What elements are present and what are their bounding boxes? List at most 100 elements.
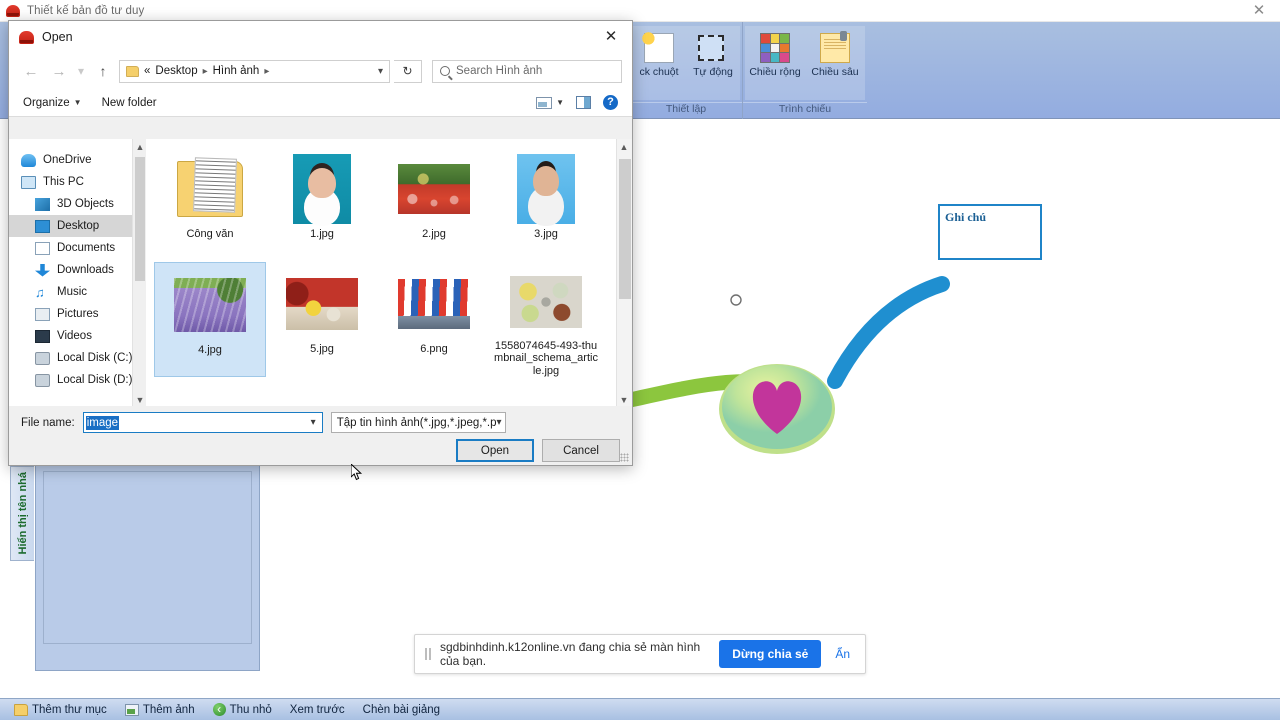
documents-icon xyxy=(35,241,50,255)
file-name-value: image xyxy=(85,415,120,430)
app-title: Thiết kế bản đồ tư duy xyxy=(27,4,145,17)
file-item[interactable]: 1.jpg xyxy=(266,147,378,262)
ribbon-button-chieu-rong[interactable]: Chiều rộng xyxy=(745,26,805,100)
file-name: 1558074645-493-thumbnail_schema_article.… xyxy=(494,339,598,377)
file-item[interactable]: 5.jpg xyxy=(266,262,378,377)
toolbar-add-folder[interactable]: Thêm thư mục xyxy=(14,703,107,716)
breadcrumb-prefix: « xyxy=(144,65,151,77)
sidebar-item-downloads[interactable]: Downloads xyxy=(9,259,146,281)
breadcrumb-part-hinh-anh[interactable]: Hình ảnh xyxy=(213,65,260,77)
file-item[interactable]: Công văn xyxy=(154,147,266,262)
scroll-up-icon[interactable]: ▲ xyxy=(133,139,147,155)
toolbar-preview[interactable]: Xem trước xyxy=(290,704,345,716)
up-icon[interactable]: ↑ xyxy=(91,63,115,79)
file-scroll-thumb[interactable] xyxy=(619,159,631,299)
mindmap-app-icon xyxy=(6,4,20,17)
3d-objects-icon xyxy=(35,197,50,211)
breadcrumb[interactable]: « Desktop ▸ Hình ảnh ▸ ▾ xyxy=(119,59,390,83)
note-box[interactable]: Ghi chú xyxy=(938,204,1042,260)
share-message: sgdbinhdinh.k12online.vn đang chia sẻ mà… xyxy=(440,640,701,668)
magic-document-icon xyxy=(642,32,674,63)
sidebar-item-label: Downloads xyxy=(57,264,114,276)
sidebar-item-local-disk-d[interactable]: Local Disk (D:) xyxy=(9,369,146,391)
ribbon-button-ck-chuot[interactable]: ck chuột xyxy=(632,26,686,100)
file-list[interactable]: Công văn 1.jpg 2.jpg 3.jpg 4.jpg 5.jpg 6… xyxy=(146,139,632,481)
file-name: 2.jpg xyxy=(422,228,446,240)
recent-locations-icon[interactable]: ▾ xyxy=(75,64,87,78)
sidebar-item-pictures[interactable]: Pictures xyxy=(9,303,146,325)
open-button[interactable]: Open xyxy=(456,439,534,462)
toolbar-minimize[interactable]: Thu nhỏ xyxy=(212,703,272,716)
ribbon-button-chieu-sau[interactable]: Chiều sâu xyxy=(805,26,865,100)
sidebar-item-label: Music xyxy=(57,286,88,298)
sidebar-item-videos[interactable]: Videos xyxy=(9,325,146,347)
mindmap-canvas[interactable]: Ghi chú xyxy=(630,119,1280,696)
sidebar-item-label: Local Disk (C:) xyxy=(57,352,133,364)
back-circle-icon xyxy=(212,703,226,716)
new-folder-button[interactable]: New folder xyxy=(102,97,157,109)
view-options-button[interactable]: ▼ xyxy=(536,96,564,109)
show-name-tab[interactable]: Hiển thị tên nhá xyxy=(10,466,34,561)
left-preview-panel[interactable] xyxy=(35,463,260,671)
chevron-down-icon[interactable]: ▾ xyxy=(311,417,320,428)
folder-icon xyxy=(126,65,139,77)
file-item[interactable]: 3.jpg xyxy=(490,147,602,262)
file-item[interactable]: 6.png xyxy=(378,262,490,377)
resize-grip[interactable] xyxy=(620,453,629,462)
disk-icon xyxy=(35,351,50,365)
file-thumbnail xyxy=(174,153,246,225)
toolbar-item-label: Xem trước xyxy=(289,703,345,716)
ribbon-button-label: ck chuột xyxy=(639,66,679,78)
dialog-close-icon[interactable]: ✕ xyxy=(594,24,628,50)
chevron-down-icon: ▼ xyxy=(556,98,564,107)
open-dialog: Open ✕ ← → ▾ ↑ « Desktop ▸ Hình ảnh ▸ ▾ … xyxy=(8,20,633,481)
new-folder-label: New folder xyxy=(101,96,157,109)
cancel-button[interactable]: Cancel xyxy=(542,439,620,462)
file-item[interactable]: 2.jpg xyxy=(378,147,490,262)
file-item-selected[interactable]: 4.jpg xyxy=(154,262,266,377)
file-name: 5.jpg xyxy=(310,343,334,355)
navigation-pane: OneDrive This PC 3D Objects Desktop Docu… xyxy=(9,139,146,408)
sidebar-item-documents[interactable]: Documents xyxy=(9,237,146,259)
close-icon[interactable]: ✕ xyxy=(1248,2,1270,20)
sidebar-item-local-disk-c[interactable]: Local Disk (C:) xyxy=(9,347,146,369)
sidebar-item-this-pc[interactable]: This PC xyxy=(9,171,146,193)
breadcrumb-part-desktop[interactable]: Desktop xyxy=(155,65,197,77)
toolbar-insert-lesson[interactable]: Chèn bài giảng xyxy=(363,704,440,716)
color-grid-icon xyxy=(760,33,790,63)
file-item[interactable]: 1558074645-493-thumbnail_schema_article.… xyxy=(490,262,602,377)
file-grid: Công văn 1.jpg 2.jpg 3.jpg 4.jpg 5.jpg 6… xyxy=(154,147,632,377)
ribbon-button-label: Tự động xyxy=(693,66,733,78)
help-icon[interactable]: ? xyxy=(603,95,618,110)
dialog-footer: File name: image ▾ Tập tin hình ảnh(*.jp… xyxy=(9,406,632,465)
command-right-group: ▼ ? xyxy=(536,95,618,110)
file-list-scrollbar[interactable]: ▲ ▼ xyxy=(616,139,632,408)
chevron-down-icon[interactable]: ▾ xyxy=(378,66,383,77)
sidebar-item-desktop[interactable]: Desktop xyxy=(9,215,146,237)
sidebar-scrollbar[interactable]: ▲ ▼ xyxy=(132,139,146,408)
refresh-icon[interactable]: ↻ xyxy=(394,59,422,83)
scroll-up-icon[interactable]: ▲ xyxy=(617,139,631,155)
sidebar-item-onedrive[interactable]: OneDrive xyxy=(9,149,146,171)
sidebar-item-3d-objects[interactable]: 3D Objects xyxy=(9,193,146,215)
show-name-tab-label: Hiển thị tên nhá xyxy=(16,472,29,555)
forward-icon[interactable]: → xyxy=(47,63,71,80)
toolbar-add-image[interactable]: Thêm ảnh xyxy=(124,703,195,716)
sidebar-item-label: This PC xyxy=(43,176,84,188)
ribbon-button-tu-dong[interactable]: Tự động xyxy=(686,26,740,100)
preview-pane-icon[interactable] xyxy=(576,96,591,109)
organize-button[interactable]: Organize ▼ xyxy=(23,97,82,109)
stop-sharing-button[interactable]: Dừng chia sẻ xyxy=(719,640,822,668)
file-type-select[interactable]: Tập tin hình ảnh(*.jpg,*.jpeg,*.p ▾ xyxy=(330,412,506,433)
sidebar-scroll-thumb[interactable] xyxy=(135,157,145,281)
sidebar-item-label: Videos xyxy=(57,330,92,342)
sidebar-item-music[interactable]: ♫ Music xyxy=(9,281,146,303)
pause-icon xyxy=(425,648,431,660)
file-name-label: File name: xyxy=(21,416,75,429)
back-icon[interactable]: ← xyxy=(19,63,43,80)
hide-sharing-button[interactable]: Ẩn xyxy=(830,647,855,661)
file-thumbnail xyxy=(398,268,470,340)
folder-icon xyxy=(14,703,28,716)
search-input[interactable]: Search Hình ảnh xyxy=(432,59,622,83)
file-name-input[interactable]: image ▾ xyxy=(82,412,323,433)
